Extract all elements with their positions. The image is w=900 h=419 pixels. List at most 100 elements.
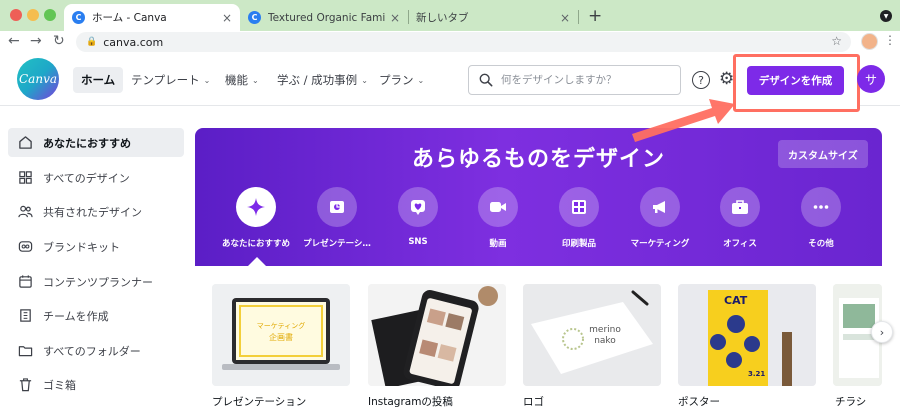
template-card-instagram[interactable] xyxy=(368,284,506,386)
browser-tab-title: ホーム - Canva xyxy=(92,12,167,24)
custom-size-button[interactable]: カスタムサイズ xyxy=(778,140,868,168)
category-label: 動画 xyxy=(489,239,507,249)
reload-icon[interactable]: ↻ xyxy=(53,33,65,49)
canva-favicon-icon: C xyxy=(248,11,261,24)
sparkle-icon xyxy=(236,187,276,227)
tab-search-icon[interactable]: ▼ xyxy=(880,10,892,22)
chevron-down-icon: ⌄ xyxy=(203,75,211,85)
laptop-thumbnail: マーケティング 企画書 xyxy=(212,284,350,386)
template-card-logo[interactable]: merino nako xyxy=(523,284,661,386)
presentation-icon xyxy=(317,187,357,227)
nav-features[interactable]: 機能 ⌄ xyxy=(219,67,265,93)
close-tab-icon[interactable]: × xyxy=(390,11,400,25)
home-icon xyxy=(19,136,32,149)
megaphone-icon xyxy=(640,187,680,227)
browser-tab-title: Textured Organic Family Bondi xyxy=(268,11,386,24)
address-bar-row: ← → ↻ 🔒 canva.com ☆ xyxy=(0,31,900,53)
folder-icon xyxy=(18,346,33,357)
browser-tab-canva-home[interactable]: C ホーム - Canva × xyxy=(64,4,240,31)
category-label: 印刷製品 xyxy=(561,239,596,249)
category-more[interactable]: その他 xyxy=(781,187,861,249)
bookmark-star-icon[interactable]: ☆ xyxy=(831,34,842,48)
new-tab-button[interactable]: + xyxy=(588,6,602,26)
briefcase-icon xyxy=(720,187,760,227)
search-input[interactable] xyxy=(501,74,676,86)
address-bar[interactable]: 🔒 canva.com ☆ xyxy=(76,32,851,52)
search-box[interactable] xyxy=(468,65,681,95)
category-office[interactable]: オフィス xyxy=(700,187,780,249)
forward-icon[interactable]: → xyxy=(30,33,42,49)
sidebar-item-content-planner[interactable]: コンテンツプランナー xyxy=(8,267,184,296)
template-label: プレゼンテーション xyxy=(212,396,307,408)
more-icon xyxy=(801,187,841,227)
template-label: チラシ xyxy=(835,396,867,408)
category-label: その他 xyxy=(808,239,834,249)
browser-tab-new[interactable]: 新しいタブ × xyxy=(408,4,578,31)
sidebar-item-label: 共有されたデザイン xyxy=(43,205,142,219)
template-card-presentation[interactable]: マーケティング 企画書 xyxy=(212,284,350,386)
nav-plans[interactable]: プラン ⌄ xyxy=(373,67,430,93)
sidebar-item-all-designs[interactable]: すべてのデザイン xyxy=(8,163,184,192)
calendar-icon xyxy=(19,275,32,288)
template-card-poster[interactable]: CAT 3.21 xyxy=(678,284,816,386)
category-presentation[interactable]: プレゼンテーシ… xyxy=(297,187,377,249)
tab-separator xyxy=(578,10,579,24)
user-avatar[interactable]: サ xyxy=(857,65,885,93)
thumb-text: 企画書 xyxy=(269,332,293,342)
phone-thumbnail xyxy=(368,284,506,386)
category-sns[interactable]: SNS xyxy=(378,187,458,247)
sidebar-item-brand-kit[interactable]: ブランドキット xyxy=(8,232,184,261)
gear-icon[interactable]: ⚙ xyxy=(719,69,734,89)
chevron-down-icon: ⌄ xyxy=(252,75,259,85)
category-label: SNS xyxy=(408,237,428,247)
thumb-text: merino xyxy=(589,325,621,335)
sidebar-item-for-you[interactable]: あなたにおすすめ xyxy=(8,128,184,157)
nav-features-label: 機能 xyxy=(225,73,248,87)
category-label: プレゼンテーシ… xyxy=(303,239,371,249)
close-window-button[interactable] xyxy=(10,9,22,21)
nav-learn[interactable]: 学ぶ / 成功事例 ⌄ xyxy=(271,67,374,93)
browser-menu-icon[interactable]: ⋮ xyxy=(884,33,896,47)
category-print[interactable]: 印刷製品 xyxy=(539,187,619,249)
active-category-pointer xyxy=(248,257,266,266)
sidebar-item-label: ゴミ箱 xyxy=(43,378,76,392)
help-icon[interactable]: ? xyxy=(692,71,710,89)
nav-templates[interactable]: テンプレート ⌄ xyxy=(125,67,216,93)
nav-templates-label: テンプレート xyxy=(131,73,200,87)
sidebar-item-label: コンテンツプランナー xyxy=(43,275,153,289)
chevron-down-icon: ⌄ xyxy=(417,75,425,85)
video-icon xyxy=(478,187,518,227)
nav-home[interactable]: ホーム xyxy=(73,67,124,93)
close-tab-icon[interactable]: × xyxy=(222,11,232,25)
browser-tab-textured[interactable]: C Textured Organic Family Bondi × xyxy=(240,4,408,31)
maximize-window-button[interactable] xyxy=(44,9,56,21)
logo-thumbnail: merino nako xyxy=(523,284,661,386)
building-icon xyxy=(20,309,31,322)
create-design-button[interactable]: デザインを作成 xyxy=(747,66,844,95)
minimize-window-button[interactable] xyxy=(27,9,39,21)
sidebar-item-trash[interactable]: ゴミ箱 xyxy=(8,370,184,399)
close-tab-icon[interactable]: × xyxy=(560,11,570,25)
browser-tab-title: 新しいタブ xyxy=(416,12,469,24)
trash-icon xyxy=(19,378,32,392)
nav-home-label: ホーム xyxy=(81,73,116,87)
people-icon xyxy=(18,205,33,218)
category-label: オフィス xyxy=(723,239,757,249)
thumb-text: nako xyxy=(594,336,616,346)
back-icon[interactable]: ← xyxy=(8,33,20,49)
sidebar-item-shared[interactable]: 共有されたデザイン xyxy=(8,197,184,226)
sidebar-item-create-team[interactable]: チームを作成 xyxy=(8,301,184,330)
category-marketing[interactable]: マーケティング xyxy=(620,187,700,249)
category-video[interactable]: 動画 xyxy=(458,187,538,249)
category-label: マーケティング xyxy=(630,239,690,249)
chevron-right-icon[interactable]: › xyxy=(871,321,893,343)
poster-thumbnail: CAT 3.21 xyxy=(678,284,816,386)
category-for-you[interactable]: あなたにおすすめ xyxy=(216,187,296,249)
sidebar-item-all-folders[interactable]: すべてのフォルダー xyxy=(8,336,184,365)
sidebar-item-label: すべてのフォルダー xyxy=(43,344,141,358)
profile-avatar-icon[interactable] xyxy=(861,33,878,50)
search-icon xyxy=(479,73,493,87)
chevron-down-icon: ⌄ xyxy=(361,75,368,85)
sidebar-item-label: あなたにおすすめ xyxy=(43,136,131,150)
canva-logo[interactable]: Canva xyxy=(17,58,59,100)
